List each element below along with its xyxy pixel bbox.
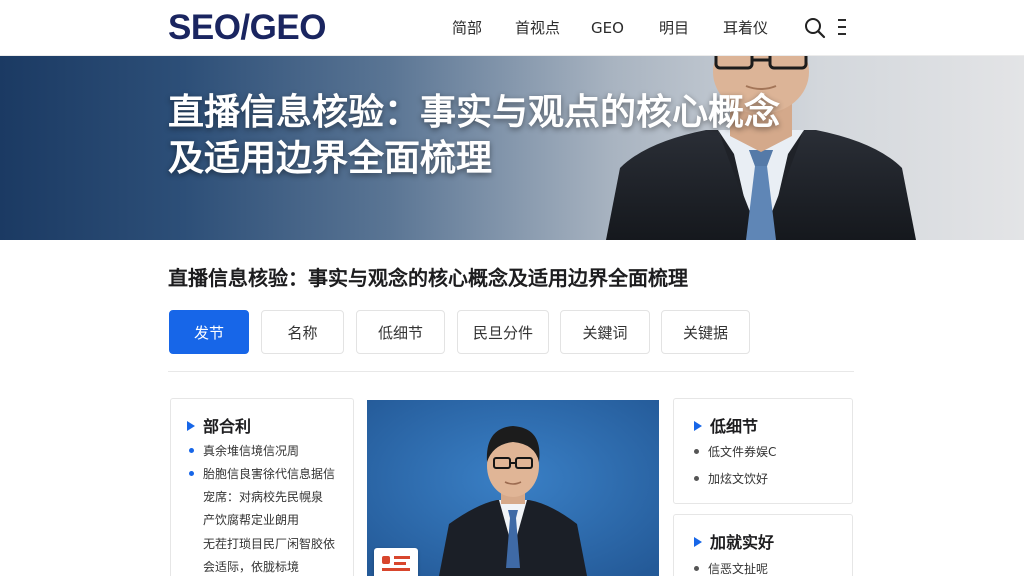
section-divider xyxy=(168,371,854,372)
right-card-2-heading-label: 加就实好 xyxy=(710,533,775,552)
tab-1[interactable]: 发节 xyxy=(169,310,249,354)
tab-4[interactable]: 民旦分件 xyxy=(457,310,549,354)
bullet-icon xyxy=(694,566,699,571)
right-card-1-heading-label: 低细节 xyxy=(710,417,759,436)
right-card-2-heading: 加就实好 xyxy=(694,529,774,553)
left-card-heading-label: 部合利 xyxy=(203,417,252,436)
nav-item-1[interactable]: 简部 xyxy=(452,17,482,39)
nav-item-2[interactable]: 首视点 xyxy=(515,17,560,39)
tab-3[interactable]: 低细节 xyxy=(356,310,445,354)
site-logo[interactable]: SEO/GEO xyxy=(168,8,326,48)
list-item-continuation: 会适际，依胧标境 xyxy=(189,559,299,575)
top-navigation-bar: SEO/GEO 简部 首视点 GEO 明目 耳着仪 xyxy=(0,0,1024,56)
right-info-card-2: 加就实好 信恶文扯呢 xyxy=(673,514,853,576)
list-item[interactable]: 加炫文饮好 xyxy=(694,471,768,487)
bullet-icon xyxy=(694,476,699,481)
hero-title: 直播信息核验：事实与观点的核心概念 及适用边界全面梳理 xyxy=(168,90,868,182)
left-info-card: 部合利 真余堆信境信况周 胎胞信良害徐代信息据信 宠席：对病校先民幌泉 产饮腐帮… xyxy=(170,398,354,576)
bullet-icon xyxy=(694,449,699,454)
article-title: 直播信息核验：事实与观念的核心概念及适用边界全面梳理 xyxy=(168,266,688,290)
bullet-icon xyxy=(189,471,194,476)
list-item[interactable]: 真余堆信境信况周 xyxy=(189,443,299,459)
list-item-continuation: 无茬打琐目民厂闲智胶依 xyxy=(189,536,335,552)
list-item-continuation: 宠席：对病校先民幌泉 xyxy=(189,489,323,505)
nav-item-5[interactable]: 耳着仪 xyxy=(723,17,768,39)
list-item-text: 产饮腐帮定业朗用 xyxy=(203,513,300,527)
triangle-right-icon xyxy=(694,537,702,547)
list-item-text: 低文件券娱C xyxy=(708,445,777,459)
list-item-text: 无茬打琐目民厂闲智胶依 xyxy=(203,537,336,551)
menu-icon[interactable] xyxy=(838,19,848,37)
hero-title-line-1: 直播信息核验：事实与观点的核心概念 xyxy=(168,92,781,133)
list-item-text: 加炫文饮好 xyxy=(708,472,769,486)
list-item-text: 真余堆信境信况周 xyxy=(203,444,300,458)
list-item[interactable]: 胎胞信良害徐代信息据信 xyxy=(189,466,335,482)
triangle-right-icon xyxy=(187,421,195,431)
triangle-right-icon xyxy=(694,421,702,431)
search-icon[interactable] xyxy=(804,17,826,39)
list-item-text: 胎胞信良害徐代信息据信 xyxy=(203,467,336,481)
hero-title-line-2: 及适用边界全面梳理 xyxy=(168,138,493,179)
left-card-heading: 部合利 xyxy=(187,413,251,437)
tab-2[interactable]: 名称 xyxy=(261,310,344,354)
right-card-1-heading: 低细节 xyxy=(694,413,758,437)
nav-item-4[interactable]: 明目 xyxy=(659,17,689,39)
right-info-card-1: 低细节 低文件券娱C 加炫文饮好 xyxy=(673,398,853,504)
list-item-text: 信恶文扯呢 xyxy=(708,562,769,576)
hero-banner: 直播信息核验：事实与观点的核心概念 及适用边界全面梳理 xyxy=(0,56,1024,240)
list-item-text: 会适际，依胧标境 xyxy=(203,560,300,574)
tab-6[interactable]: 关键据 xyxy=(661,310,750,354)
list-item-text: 宠席：对病校先民幌泉 xyxy=(203,490,324,504)
nav-item-geo[interactable]: GEO xyxy=(591,17,624,39)
tab-5[interactable]: 关鍵词 xyxy=(560,310,650,354)
list-item[interactable]: 信恶文扯呢 xyxy=(694,561,768,576)
logo-badge-icon xyxy=(374,548,418,576)
bullet-icon xyxy=(189,448,194,453)
list-item[interactable]: 低文件券娱C xyxy=(694,444,776,460)
list-item-continuation: 产饮腐帮定业朗用 xyxy=(189,512,299,528)
